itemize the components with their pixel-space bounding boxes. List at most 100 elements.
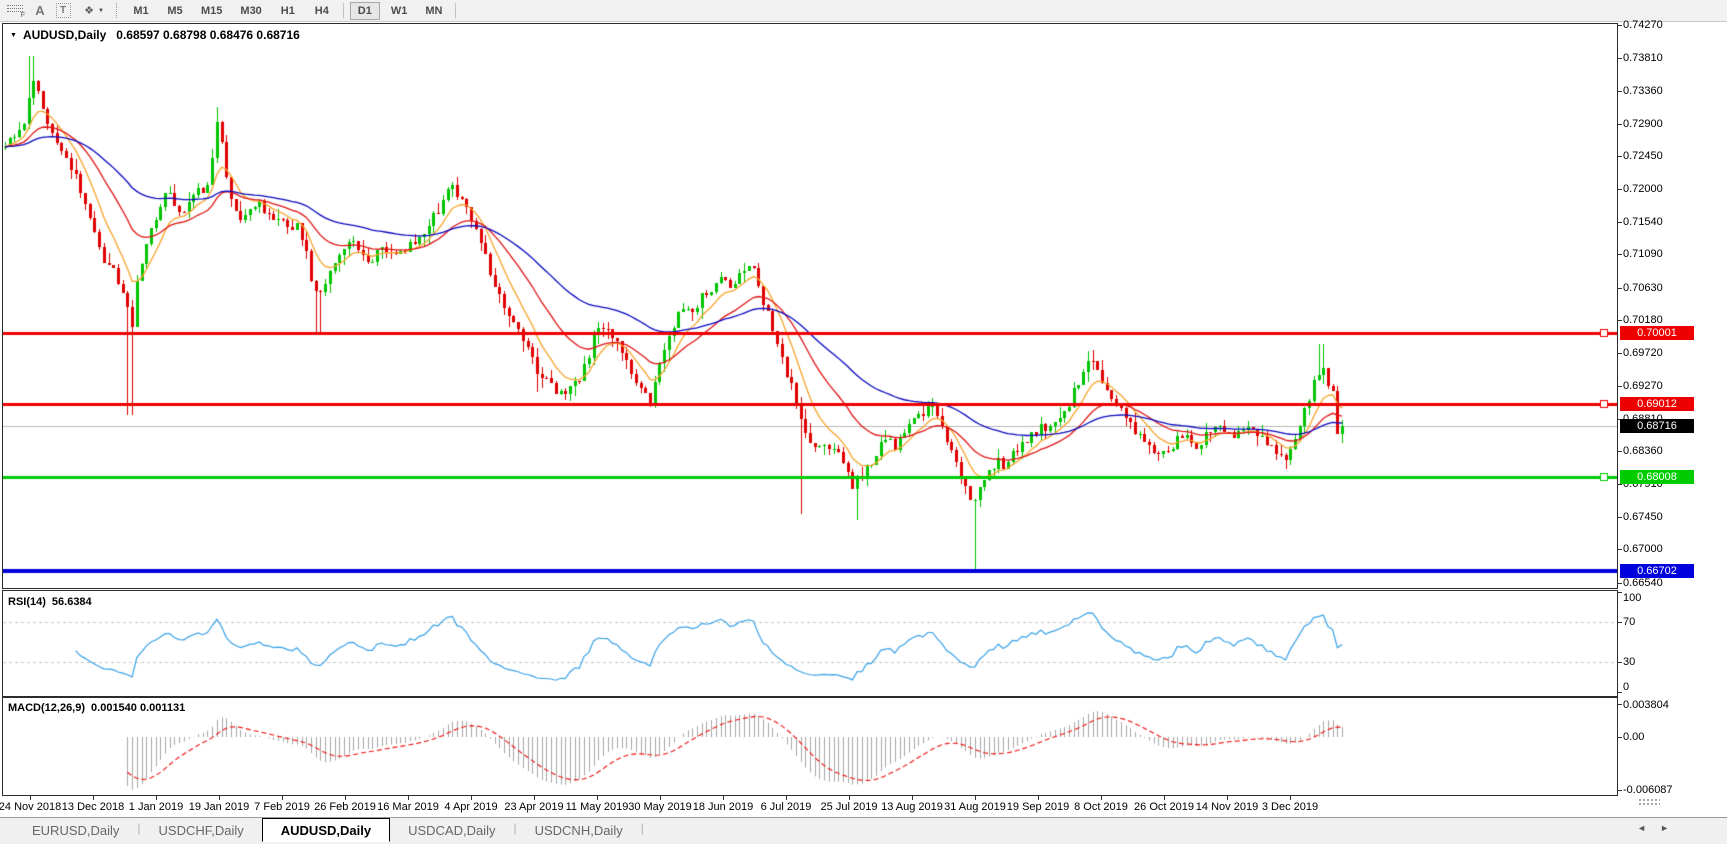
price-tick-label: 0.71540 (1623, 216, 1663, 228)
date-axis-tick (156, 796, 157, 800)
axis-tick (1618, 353, 1622, 354)
date-axis-tick (345, 796, 346, 800)
date-label: 1 Jan 2019 (128, 801, 184, 813)
tab-usdcnh[interactable]: USDCNH,Daily (517, 820, 641, 841)
symbol-period-label: AUDUSD,Daily (22, 28, 107, 42)
axis-tick (1618, 25, 1622, 26)
axis-tick (1618, 737, 1622, 738)
drawing-tools-icon: ❖ (84, 5, 94, 17)
date-axis-tick (219, 796, 220, 800)
date-axis-tick (471, 796, 472, 800)
price-tick-label: 0.66540 (1623, 577, 1663, 589)
axis-tick (1618, 58, 1622, 59)
date-axis-tick (282, 796, 283, 800)
timeframe-button-h4[interactable]: H4 (307, 2, 337, 20)
fibo-f-label: F (20, 11, 25, 19)
tab-separator: | (640, 821, 644, 835)
date-label: 19 Jan 2019 (188, 801, 250, 813)
date-label: 11 May 2019 (565, 801, 629, 813)
axis-tick (1618, 124, 1622, 125)
macd-canvas[interactable] (3, 698, 1617, 794)
fibo-lines-icon[interactable]: F (5, 0, 25, 21)
axis-tick (1618, 517, 1622, 518)
ohlc-values: 0.68597 0.68798 0.68476 0.68716 (116, 28, 300, 42)
axis-tick (1618, 592, 1622, 593)
letter-t-icon: T (55, 3, 71, 18)
chart-tab-bar: EURUSD,Daily | USDCHF,Daily AUDUSD,Daily USD… (0, 817, 1727, 844)
rsi-canvas[interactable] (3, 591, 1617, 695)
current-price-tag: 0.68716 (1620, 419, 1694, 433)
date-axis-tick (723, 796, 724, 800)
tab-scroll-buttons: ◄ ► (1637, 823, 1669, 833)
date-axis-tick (975, 796, 976, 800)
timeframe-button-m30[interactable]: M30 (233, 2, 268, 20)
arrow-text-tool-button[interactable]: A (31, 0, 49, 21)
rsi-name: RSI(14) (8, 596, 46, 608)
axis-tick (1618, 189, 1622, 190)
tab-usdcad[interactable]: USDCAD,Daily (390, 820, 513, 841)
price-tick-label: 0.67000 (1623, 543, 1663, 555)
mt4-chart-window: { "toolbar": { "icons": {"fibo_label":"F… (0, 0, 1727, 844)
tab-eurusd[interactable]: EURUSD,Daily (14, 820, 137, 841)
date-label: 3 Dec 2019 (1261, 801, 1319, 813)
chart-dropdown-icon[interactable]: ▼ (10, 32, 17, 39)
price-tick-label: 0.69720 (1623, 347, 1663, 359)
axis-tick (1618, 288, 1622, 289)
scroll-left-icon[interactable]: ◄ (1637, 823, 1646, 833)
tab-usdchf[interactable]: USDCHF,Daily (141, 820, 262, 841)
price-tick-label: 0.67450 (1623, 511, 1663, 523)
price-tick-label: 0.69270 (1623, 380, 1663, 392)
fibo-line (7, 7, 23, 9)
axis-tick (1618, 156, 1622, 157)
price-tick-label: 0.70180 (1623, 314, 1663, 326)
fibo-line (7, 4, 23, 6)
date-label: 6 Jul 2019 (760, 801, 812, 813)
price-tick-label: 0.70630 (1623, 282, 1663, 294)
price-tick-label: 0.72000 (1623, 183, 1663, 195)
hline-price-tag: 0.66702 (1620, 564, 1694, 578)
date-axis-tick (1101, 796, 1102, 800)
date-axis-tick (30, 796, 31, 800)
timeframe-button-m15[interactable]: M15 (194, 2, 229, 20)
rsi-tick-label: 70 (1623, 616, 1636, 628)
timeframe-button-h1[interactable]: H1 (273, 2, 303, 20)
axis-tick (1618, 549, 1622, 550)
toolbar: F A T ❖ ▼ M1 M5 M15 M30 H1 H4 D1 W1 MN (0, 0, 1727, 22)
axis-gripper-icon[interactable] (1638, 798, 1660, 807)
timeframe-button-m1[interactable]: M1 (126, 2, 156, 20)
timeframe-button-m5[interactable]: M5 (160, 2, 190, 20)
rsi-tick-label: 0 (1623, 681, 1630, 693)
rsi-tick-label: 100 (1623, 592, 1642, 604)
date-label: 8 Oct 2019 (1074, 801, 1128, 813)
macd-tick-label: 0.00 (1623, 731, 1645, 743)
date-label: 4 Apr 2019 (444, 801, 498, 813)
timeframe-button-d1[interactable]: D1 (349, 1, 380, 20)
price-tick-label: 0.71090 (1623, 248, 1663, 260)
price-tick-label: 0.68360 (1623, 445, 1663, 457)
drawing-tools-dropdown-button[interactable]: ❖ ▼ (79, 0, 109, 21)
date-label: 23 Apr 2019 (504, 801, 564, 813)
axis-tick (1618, 386, 1622, 387)
date-label: 13 Dec 2018 (61, 801, 125, 813)
axis-tick (1618, 662, 1622, 663)
date-axis-tick (408, 796, 409, 800)
timeframe-button-mn[interactable]: MN (418, 2, 449, 20)
timeframe-buttons: M1 M5 M15 M30 H1 H4 D1 W1 MN (124, 0, 460, 21)
price-chart-canvas[interactable] (3, 24, 1617, 588)
date-axis-tick (534, 796, 535, 800)
timeframe-button-w1[interactable]: W1 (384, 2, 415, 20)
date-label: 26 Oct 2019 (1134, 801, 1194, 813)
chevron-down-icon: ▼ (97, 7, 104, 14)
date-axis-tick (1164, 796, 1165, 800)
date-label: 18 Jun 2019 (692, 801, 754, 813)
scroll-right-icon[interactable]: ► (1660, 823, 1669, 833)
tab-audusd[interactable]: AUDUSD,Daily (261, 818, 391, 842)
axis-tick (1618, 622, 1622, 623)
axis-tick (1618, 790, 1622, 791)
date-label: 26 Feb 2019 (314, 801, 376, 813)
date-axis-tick (849, 796, 850, 800)
date-label: 13 Aug 2019 (881, 801, 943, 813)
macd-name: MACD(12,26,9) (8, 702, 86, 714)
text-tool-button[interactable]: T (54, 0, 72, 21)
rsi-tick-label: 30 (1623, 656, 1636, 668)
